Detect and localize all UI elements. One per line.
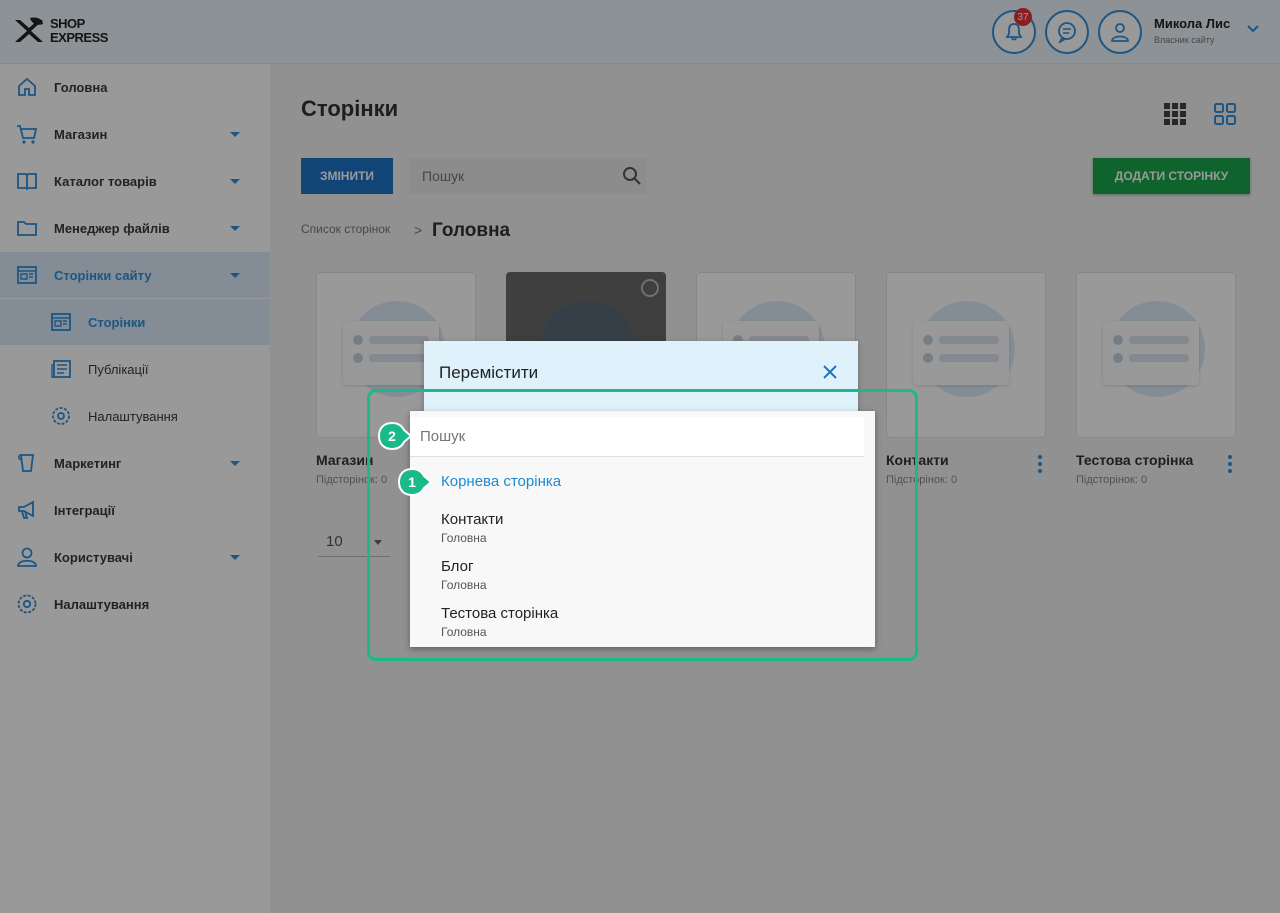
annotation-highlight-frame (367, 389, 918, 661)
dialog-title: Перемістити (439, 363, 539, 382)
annotation-marker-1: 1 (398, 468, 432, 496)
close-icon[interactable] (820, 362, 840, 382)
annotation-marker-2: 2 (378, 422, 412, 450)
